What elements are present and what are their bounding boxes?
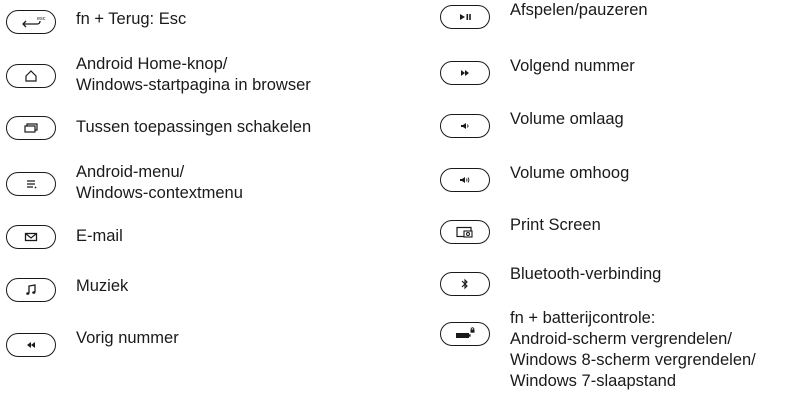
music-icon [26,284,36,295]
play-pause-key [440,5,490,29]
menu-key [6,172,56,196]
next-track-key [440,61,490,85]
next-track-icon [461,70,469,76]
bluetooth-icon [461,278,468,290]
key-row-volume-down: Volume omlaag [440,110,624,138]
volume-down-key [440,114,490,138]
key-row-bluetooth: Bluetooth-verbinding [440,265,661,296]
battery-lock-key [440,322,490,346]
switch-apps-icon [24,123,38,133]
key-label: Volume omlaag [510,110,624,128]
key-row-back: esc fn + Terug: Esc [6,7,186,34]
svg-text:esc: esc [37,16,46,22]
key-label: Tussen toepassingen schakelen [76,118,312,136]
music-key [6,278,56,302]
key-label: fn + batterijcontrole: Android-scherm ve… [510,309,756,390]
back-esc-key: esc [6,10,56,34]
key-label: Afspelen/pauzeren [510,1,648,19]
home-key [6,64,56,88]
print-screen-key [440,220,490,244]
play-pause-icon [460,14,471,20]
volume-up-icon [460,177,470,183]
switch-apps-key [6,116,56,140]
key-row-next: Volgend nummer [440,57,635,85]
back-esc-icon: esc [22,16,46,28]
email-icon [24,232,38,242]
key-label: Volgend nummer [510,57,635,75]
key-label: Bluetooth-verbinding [510,265,662,283]
key-row-music: Muziek [6,277,129,302]
volume-up-key [440,168,490,192]
previous-track-key [6,333,56,357]
key-label: Vorig nummer [76,329,179,347]
battery-lock-icon [456,327,475,338]
key-row-print-screen: Print Screen [440,216,601,244]
bluetooth-key [440,272,490,296]
key-row-battery-lock: fn + batterijcontrole: Android-scherm ve… [440,308,756,392]
key-row-switch: Tussen toepassingen schakelen [6,116,311,140]
previous-track-icon [27,342,35,348]
key-label: Volume omhoog [510,164,630,182]
key-row-home: Android Home-knop/ Windows-startpagina i… [6,54,311,96]
key-label: Android Home-knop/ Windows-startpagina i… [76,55,311,94]
key-row-play-pause: Afspelen/pauzeren [440,1,648,29]
key-label: Print Screen [510,216,601,234]
key-row-volume-up: Volume omhoog [440,164,629,192]
key-label: Android-menu/ Windows-contextmenu [76,163,243,202]
key-label: E-mail [76,227,123,245]
key-row-email: E-mail [6,225,123,249]
volume-down-icon [461,123,469,129]
key-row-previous: Vorig nummer [6,329,179,357]
print-screen-icon [456,226,473,238]
email-key [6,225,56,249]
key-label: Muziek [76,277,129,295]
menu-icon [27,180,37,189]
home-icon [25,70,37,82]
key-row-menu: Android-menu/ Windows-contextmenu [6,162,243,204]
key-label: fn + Terug: Esc [76,10,187,28]
